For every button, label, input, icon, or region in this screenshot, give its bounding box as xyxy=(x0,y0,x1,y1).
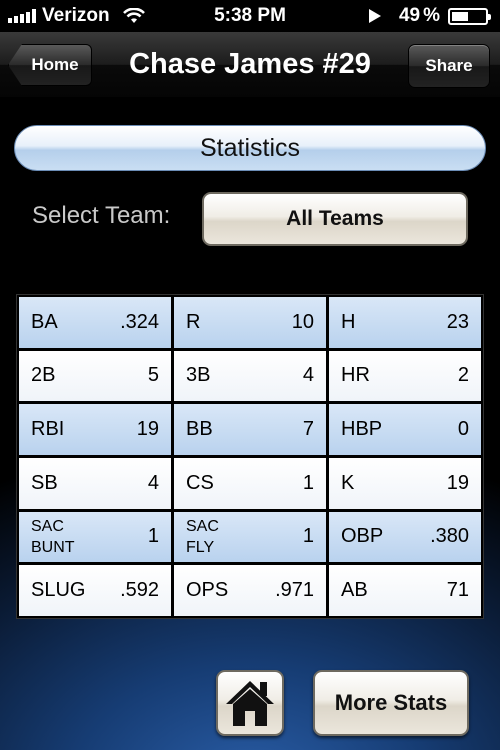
stat-label: BB xyxy=(186,418,213,441)
stat-label: OPS xyxy=(186,579,229,602)
stat-value: 1 xyxy=(147,525,159,548)
stats-table: BA .324 R 10 H 23 2B 5 3B 4 HR 2 RBI 19 BB 7 HBP 0 SB 4 CS 1 K… xyxy=(16,294,484,619)
share-button[interactable]: Share xyxy=(408,44,490,88)
stat-label: H xyxy=(341,310,356,333)
stat-label: K xyxy=(341,471,355,494)
stat-cell: BB 7 xyxy=(174,404,326,455)
stat-value: 1 xyxy=(302,471,314,494)
house-icon xyxy=(226,681,274,726)
stat-value: 0 xyxy=(457,418,469,441)
stat-value: 10 xyxy=(291,310,314,333)
stat-value: 4 xyxy=(147,471,159,494)
stat-value: .324 xyxy=(120,310,159,333)
stat-value: 23 xyxy=(446,310,469,333)
stat-label: SAC FLY xyxy=(186,517,219,556)
stat-value: 4 xyxy=(302,364,314,387)
carrier-name: Verizon xyxy=(42,5,110,26)
battery-icon xyxy=(448,7,491,25)
stat-cell: HR 2 xyxy=(329,350,481,402)
home-back-button[interactable]: Home xyxy=(8,44,92,86)
stat-label: SAC BUNT xyxy=(31,517,75,556)
stat-label: HR xyxy=(341,364,370,387)
stat-value: 71 xyxy=(446,579,469,602)
stat-cell: BA .324 xyxy=(19,297,171,348)
stat-cell: SB 4 xyxy=(19,458,171,509)
team-select-button[interactable]: All Teams xyxy=(202,192,468,246)
stat-label: CS xyxy=(186,471,214,494)
status-right: 49% xyxy=(368,5,491,27)
stat-value: .380 xyxy=(430,525,469,548)
stat-label: SLUG xyxy=(31,579,86,602)
stat-cell: CS 1 xyxy=(174,458,326,509)
signal-strength-icon xyxy=(8,9,36,23)
stat-label: SB xyxy=(31,471,58,494)
select-team-label: Select Team: xyxy=(32,202,171,229)
stat-label: R xyxy=(186,310,201,333)
stat-cell: SLUG .592 xyxy=(19,565,171,616)
stat-value: .592 xyxy=(120,579,159,602)
stat-cell: HBP 0 xyxy=(329,404,481,455)
stat-label: RBI xyxy=(31,418,65,441)
stat-cell: 3B 4 xyxy=(174,350,326,402)
stat-label: HBP xyxy=(341,418,383,441)
battery-percent: 49% xyxy=(398,5,440,26)
stat-cell: OPS .971 xyxy=(174,565,326,616)
stat-label: BA xyxy=(31,310,58,333)
home-button[interactable] xyxy=(216,670,284,736)
more-stats-button[interactable]: More Stats xyxy=(313,670,469,736)
status-bar: Verizon 5:38 PM 49% xyxy=(0,0,500,32)
stat-value: .971 xyxy=(275,579,314,602)
stat-value: 1 xyxy=(302,525,314,548)
battery-fill xyxy=(452,11,468,21)
stat-cell: RBI 19 xyxy=(19,404,171,455)
stat-label: 2B xyxy=(31,364,56,387)
stat-cell: H 23 xyxy=(329,297,481,348)
nav-bar: Chase James #29 Home Share xyxy=(0,32,500,98)
stat-cell: OBP .380 xyxy=(329,511,481,563)
stat-cell: SAC FLY 1 xyxy=(174,511,326,563)
stat-value: 2 xyxy=(457,364,469,387)
stat-cell: R 10 xyxy=(174,297,326,348)
statistics-header: Statistics xyxy=(14,125,486,171)
stat-value: 5 xyxy=(147,364,159,387)
stat-value: 19 xyxy=(136,418,159,441)
stat-cell: SAC BUNT 1 xyxy=(19,511,171,563)
status-left: Verizon xyxy=(8,5,146,27)
stat-cell: K 19 xyxy=(329,458,481,509)
stat-value: 7 xyxy=(302,418,314,441)
stat-cell: 2B 5 xyxy=(19,350,171,402)
stat-label: OBP xyxy=(341,525,384,548)
stat-label: 3B xyxy=(186,364,211,387)
stat-label: AB xyxy=(341,579,368,602)
stat-value: 19 xyxy=(446,471,469,494)
wifi-icon xyxy=(122,8,145,23)
play-icon xyxy=(368,9,381,23)
stat-cell: AB 71 xyxy=(329,565,481,616)
